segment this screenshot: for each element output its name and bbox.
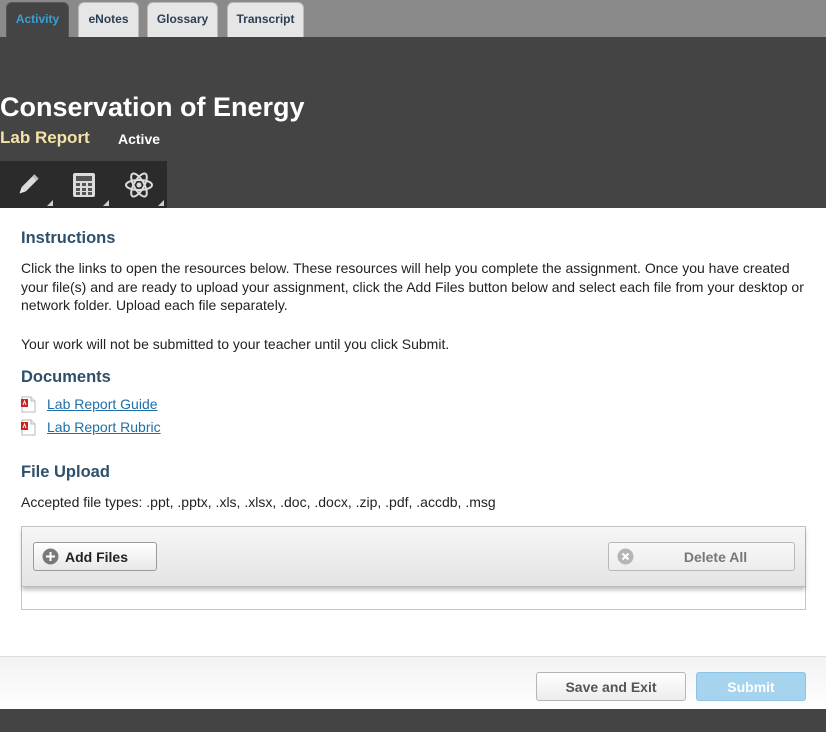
pencil-icon xyxy=(19,173,39,193)
tools-toolbar xyxy=(0,161,167,208)
calculator-tool-button[interactable] xyxy=(56,161,112,208)
instructions-text: Click the links to open the resources be… xyxy=(21,260,804,313)
page-title: Conservation of Energy xyxy=(0,92,305,122)
instructions-heading: Instructions xyxy=(21,229,116,247)
pencil-tool-button[interactable] xyxy=(0,161,56,208)
activity-header: Conservation of Energy Lab Report Active xyxy=(0,37,826,208)
tab-activity[interactable]: Activity xyxy=(6,2,69,37)
save-and-exit-button[interactable]: Save and Exit xyxy=(536,672,686,701)
submission-note: Your work will not be submitted to your … xyxy=(21,336,450,352)
tab-transcript[interactable]: Transcript xyxy=(227,2,304,37)
atom-tool-button[interactable] xyxy=(111,161,167,208)
footer-bar: Save and Exit Submit xyxy=(0,656,826,709)
upload-toolbar: Add Files Delete All xyxy=(22,527,805,587)
lab-report-rubric-link[interactable]: Lab Report Rubric xyxy=(47,419,161,435)
document-item: Lab Report Rubric xyxy=(21,418,161,436)
pdf-icon xyxy=(21,396,36,412)
delete-all-button[interactable]: Delete All xyxy=(608,542,795,571)
delete-all-label: Delete All xyxy=(683,549,748,565)
lab-report-guide-link[interactable]: Lab Report Guide xyxy=(47,396,158,412)
file-upload-panel: Add Files Delete All xyxy=(21,526,806,610)
document-item: Lab Report Guide xyxy=(21,395,158,413)
activity-subtitle: Lab Report xyxy=(0,128,90,147)
atom-icon xyxy=(125,171,153,198)
tab-glossary[interactable]: Glossary xyxy=(147,2,218,37)
bottom-bar xyxy=(0,709,826,732)
add-files-label: Add Files xyxy=(65,548,129,565)
file-upload-heading: File Upload xyxy=(21,463,110,481)
calculator-icon xyxy=(73,172,95,197)
plus-circle-icon xyxy=(42,548,59,565)
accepted-file-types: Accepted file types: .ppt, .pptx, .xls, … xyxy=(21,494,496,510)
documents-heading: Documents xyxy=(21,368,111,386)
status-label: Active xyxy=(118,131,161,147)
add-files-button[interactable]: Add Files xyxy=(33,542,157,571)
pdf-icon xyxy=(21,419,36,435)
tab-bar: Activity eNotes Glossary Transcript xyxy=(0,0,826,37)
submit-button[interactable]: Submit xyxy=(696,672,806,701)
tab-enotes[interactable]: eNotes xyxy=(78,2,139,37)
